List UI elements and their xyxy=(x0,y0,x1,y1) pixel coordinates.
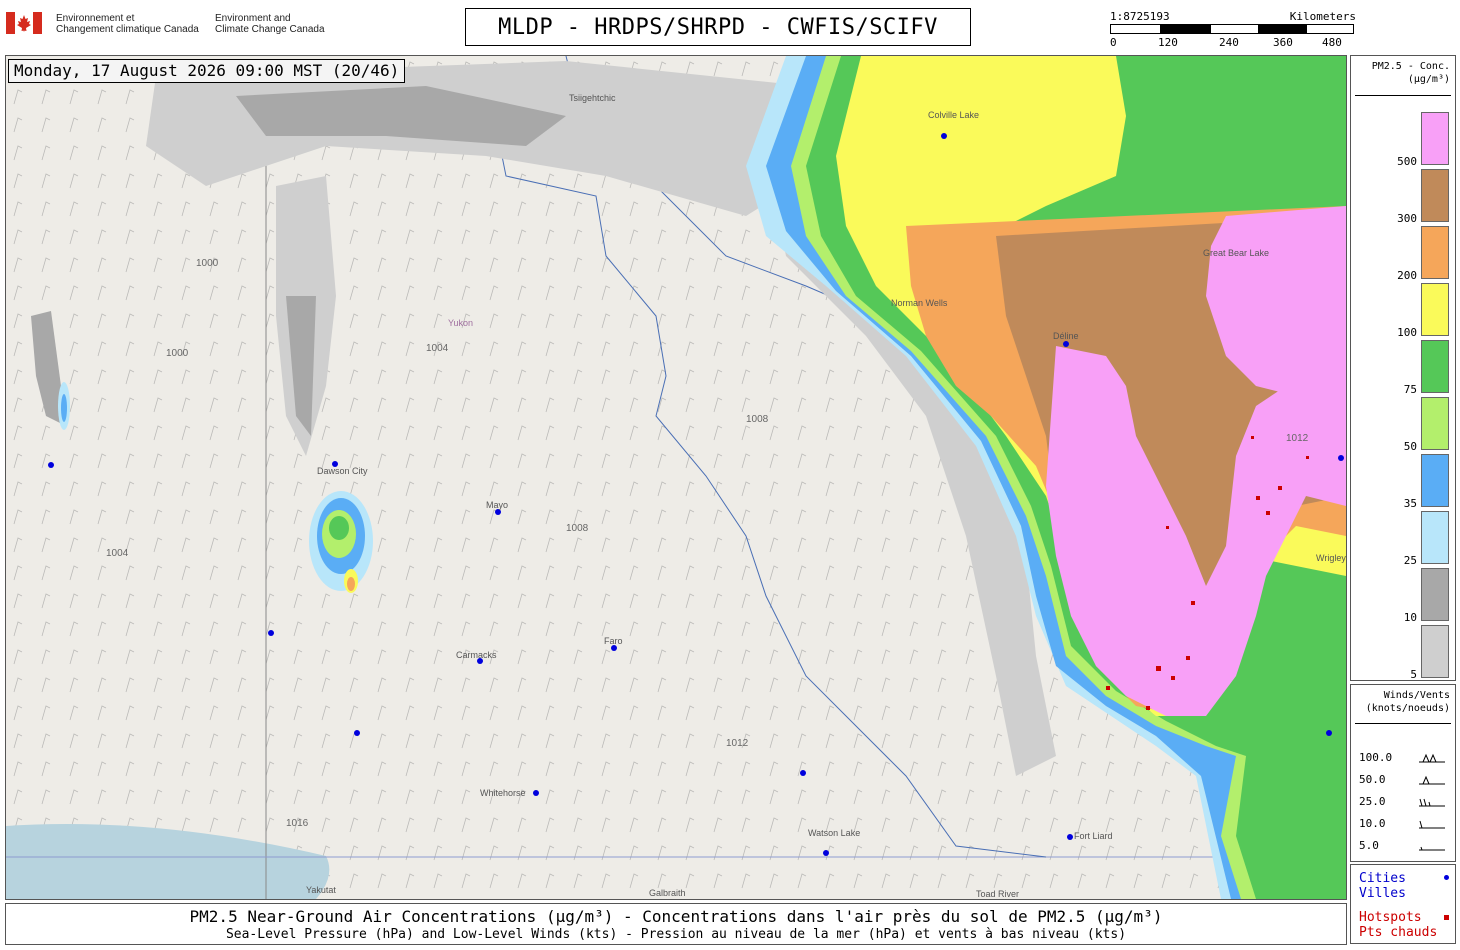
hotspots-legend-label: Hotspots Pts chauds xyxy=(1359,910,1438,940)
place-label: Norman Wells xyxy=(891,298,948,308)
pm-swatch-35 xyxy=(1421,454,1449,507)
divider xyxy=(1355,95,1451,96)
wind-barb-25-icon xyxy=(1419,798,1445,807)
pm-swatch-100 xyxy=(1421,283,1449,336)
place-label: Yakutat xyxy=(306,885,336,895)
map-canvas: 1000 1000 1004 1004 1008 1008 1012 1012 … xyxy=(6,56,1346,899)
isobar-label: 1012 xyxy=(1286,433,1309,444)
place-label: Fort Liard xyxy=(1074,831,1113,841)
pm-level-label: 35 xyxy=(1403,497,1417,510)
wind-row-5: 5.0 xyxy=(1359,839,1449,853)
wind-row-25: 25.0 xyxy=(1359,795,1449,809)
place-label: Dawson City xyxy=(317,466,368,476)
place-label: Faro xyxy=(604,636,623,646)
pm-level-label: 5 xyxy=(1410,668,1417,681)
map-caption: PM2.5 Near-Ground Air Concentrations (µg… xyxy=(5,903,1347,945)
pm-level-label: 25 xyxy=(1403,554,1417,567)
caption-line-1: PM2.5 Near-Ground Air Concentrations (µg… xyxy=(189,907,1163,926)
place-label: Déline xyxy=(1053,331,1079,341)
city-dot-icon xyxy=(1444,875,1449,880)
scale-tick: 240 xyxy=(1219,36,1239,49)
divider xyxy=(1355,723,1451,724)
pm-level-label: 100 xyxy=(1397,326,1417,339)
wind-legend: Winds/Vents (knots/noeuds) 100.0 50.0 25… xyxy=(1350,684,1456,862)
caption-line-2: Sea-Level Pressure (hPa) and Low-Level W… xyxy=(225,927,1127,942)
gov-name-en: Environment and Climate Change Canada xyxy=(215,13,325,35)
wind-speed-label: 25.0 xyxy=(1359,795,1386,808)
pm-swatch-75 xyxy=(1421,340,1449,393)
pm-level-label: 500 xyxy=(1397,155,1417,168)
pm-level-label: 200 xyxy=(1397,269,1417,282)
wind-speed-label: 5.0 xyxy=(1359,839,1379,852)
wind-row-50: 50.0 xyxy=(1359,773,1449,787)
place-label: Watson Lake xyxy=(808,828,860,838)
wind-row-10: 10.0 xyxy=(1359,817,1449,831)
scale-ratio: 1:8725193 xyxy=(1110,10,1170,23)
pm-swatch-500 xyxy=(1421,112,1449,165)
isobar-label: 1004 xyxy=(426,343,449,354)
wind-barb-100-icon xyxy=(1419,753,1445,763)
pm-level-label: 75 xyxy=(1403,383,1417,396)
scale-bar: 1:8725193 Kilometers 0 120 240 360 480 xyxy=(1108,10,1358,50)
pm-swatch-200 xyxy=(1421,226,1449,279)
isobar-label: 1008 xyxy=(746,414,769,425)
pm-swatch-5 xyxy=(1421,625,1449,678)
isobar-label: 1000 xyxy=(196,258,219,269)
wind-barb-5-icon xyxy=(1419,846,1445,851)
isobar-label: 1016 xyxy=(286,818,309,829)
place-label: Great Bear Lake xyxy=(1203,248,1269,258)
place-label: Toad River xyxy=(976,889,1019,899)
scale-unit: Kilometers xyxy=(1289,10,1356,23)
place-label: Tsiigehtchic xyxy=(569,93,616,103)
place-label: Colville Lake xyxy=(928,110,979,120)
pm-level-label: 50 xyxy=(1403,440,1417,453)
place-label: Whitehorse xyxy=(480,788,526,798)
pm-swatch-10 xyxy=(1421,568,1449,621)
canada-flag-icon xyxy=(6,12,42,34)
isobar-label: 1012 xyxy=(726,738,749,749)
wind-speed-label: 10.0 xyxy=(1359,817,1386,830)
forecast-timestamp: Monday, 17 August 2026 09:00 MST (20/46) xyxy=(8,59,406,83)
pm-swatch-25 xyxy=(1421,511,1449,564)
place-label: Yukon xyxy=(448,318,473,328)
scale-tick: 360 xyxy=(1273,36,1293,49)
place-label: Mayo xyxy=(486,500,508,510)
symbols-legend: Cities Villes Hotspots Pts chauds xyxy=(1350,864,1456,944)
cities-legend-label: Cities Villes xyxy=(1359,871,1406,901)
scale-tick: 120 xyxy=(1158,36,1178,49)
map-panel[interactable]: 1000 1000 1004 1004 1008 1008 1012 1012 … xyxy=(5,55,1347,900)
hotspot-square-icon xyxy=(1444,915,1449,920)
pm-legend: PM2.5 - Conc. (µg/m³) 500 300 200 100 75 50 35… xyxy=(1350,55,1456,681)
wind-barb-50-icon xyxy=(1419,775,1445,785)
place-label: Carmacks xyxy=(456,650,497,660)
wind-barb-10-icon xyxy=(1419,820,1445,829)
wind-speed-label: 100.0 xyxy=(1359,751,1393,764)
isobar-label: 1004 xyxy=(106,548,129,559)
pm-level-label: 300 xyxy=(1397,212,1417,225)
scale-tick: 480 xyxy=(1322,36,1342,49)
wind-speed-label: 50.0 xyxy=(1359,773,1386,786)
pm-legend-title: PM2.5 - Conc. (µg/m³) xyxy=(1371,61,1450,85)
gov-name-fr: Environnement et Changement climatique Ca… xyxy=(56,13,199,35)
place-label: Wrigley xyxy=(1316,553,1346,563)
pm-level-label: 10 xyxy=(1403,611,1417,624)
isobar-label: 1000 xyxy=(166,348,189,359)
page-title: MLDP - HRDPS/SHRPD - CWFIS/SCIFV xyxy=(465,8,971,46)
wind-legend-title: Winds/Vents (knots/noeuds) xyxy=(1365,690,1450,714)
isobar-label: 1008 xyxy=(566,523,589,534)
place-label: Galbraith xyxy=(649,888,686,898)
pm-swatch-300 xyxy=(1421,169,1449,222)
wind-row-100: 100.0 xyxy=(1359,751,1449,765)
pm-swatch-50 xyxy=(1421,397,1449,450)
scale-tick: 0 xyxy=(1110,36,1117,49)
